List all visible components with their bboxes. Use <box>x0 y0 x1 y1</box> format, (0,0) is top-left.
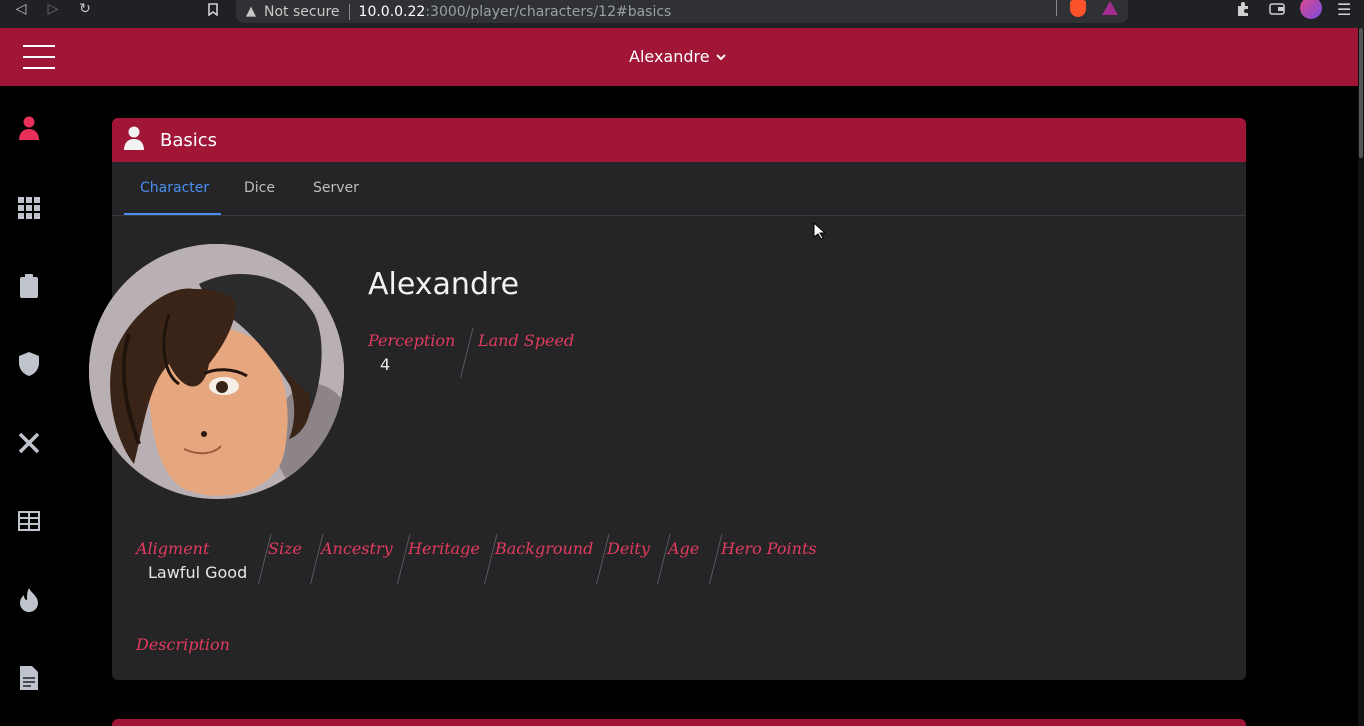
alignment-label: Aligment <box>136 539 210 558</box>
tab-bar: Character Dice Server <box>112 162 1246 216</box>
person-icon <box>124 126 144 154</box>
scrollbar-thumb[interactable] <box>1359 28 1363 158</box>
land-speed-label: Land Speed <box>478 331 575 350</box>
person-icon[interactable] <box>17 116 41 140</box>
profile-avatar[interactable] <box>1300 0 1322 19</box>
extensions-icon[interactable] <box>1235 0 1251 18</box>
brave-shield-icon[interactable] <box>1070 0 1086 17</box>
card-title: Basics <box>160 129 218 151</box>
crossed-swords-icon[interactable] <box>17 431 41 455</box>
address-bar[interactable]: ▲ Not secure 10.0.0.22:3000/player/chara… <box>236 0 1128 23</box>
character-portrait <box>89 244 344 499</box>
reload-icon[interactable]: ↻ <box>76 0 94 18</box>
forward-icon[interactable]: ▷ <box>44 0 62 18</box>
size-label: Size <box>268 539 302 558</box>
character-selector[interactable]: Alexandre <box>629 47 726 66</box>
deity-label: Deity <box>607 539 650 558</box>
page-scrollbar[interactable] <box>1358 28 1364 726</box>
table-icon[interactable] <box>17 509 41 533</box>
warning-icon: ▲ <box>246 4 256 19</box>
card-header: Basics <box>112 118 1246 162</box>
perception-value: 4 <box>380 355 391 374</box>
ancestry-label: Ancestry <box>321 539 393 558</box>
tab-character[interactable]: Character <box>140 180 209 196</box>
perception-label: Perception <box>368 331 456 350</box>
mouse-cursor-icon <box>813 221 827 244</box>
document-icon[interactable] <box>17 666 41 690</box>
brave-rewards-icon[interactable] <box>1102 1 1118 15</box>
character-name: Alexandre <box>368 267 520 302</box>
heritage-label: Heritage <box>408 539 480 558</box>
hero-points-label: Hero Points <box>721 539 817 558</box>
tab-server[interactable]: Server <box>313 180 359 196</box>
description-label: Description <box>136 635 230 654</box>
side-rail <box>0 86 58 726</box>
security-label: Not secure <box>264 3 340 20</box>
background-label: Background <box>495 539 594 558</box>
next-card-header <box>112 719 1246 726</box>
app-header: Alexandre <box>0 28 1358 86</box>
flame-icon[interactable] <box>17 588 41 612</box>
bookmark-icon[interactable] <box>204 0 222 18</box>
divider <box>348 3 350 20</box>
back-icon[interactable]: ◁ <box>12 0 30 18</box>
chevron-down-icon <box>715 50 726 64</box>
active-tab-indicator <box>124 213 221 215</box>
hamburger-menu-icon[interactable] <box>23 45 55 69</box>
age-label: Age <box>668 539 700 558</box>
tab-dice[interactable]: Dice <box>244 180 275 196</box>
shield-icon[interactable] <box>17 352 41 376</box>
character-selector-label: Alexandre <box>629 47 710 66</box>
alignment-value: Lawful Good <box>148 563 248 582</box>
url-path: :3000/player/characters/12#basics <box>425 3 672 20</box>
wallet-icon[interactable] <box>1269 0 1285 18</box>
url-host: 10.0.0.22 <box>358 3 426 20</box>
browser-chrome: ◁ ▷ ↻ ▲ Not secure 10.0.0.22:3000/player… <box>0 0 1364 28</box>
clipboard-icon[interactable] <box>17 274 41 298</box>
apps-grid-icon[interactable] <box>17 196 41 220</box>
divider <box>1056 0 1057 16</box>
menu-icon[interactable]: ☰ <box>1337 0 1351 19</box>
